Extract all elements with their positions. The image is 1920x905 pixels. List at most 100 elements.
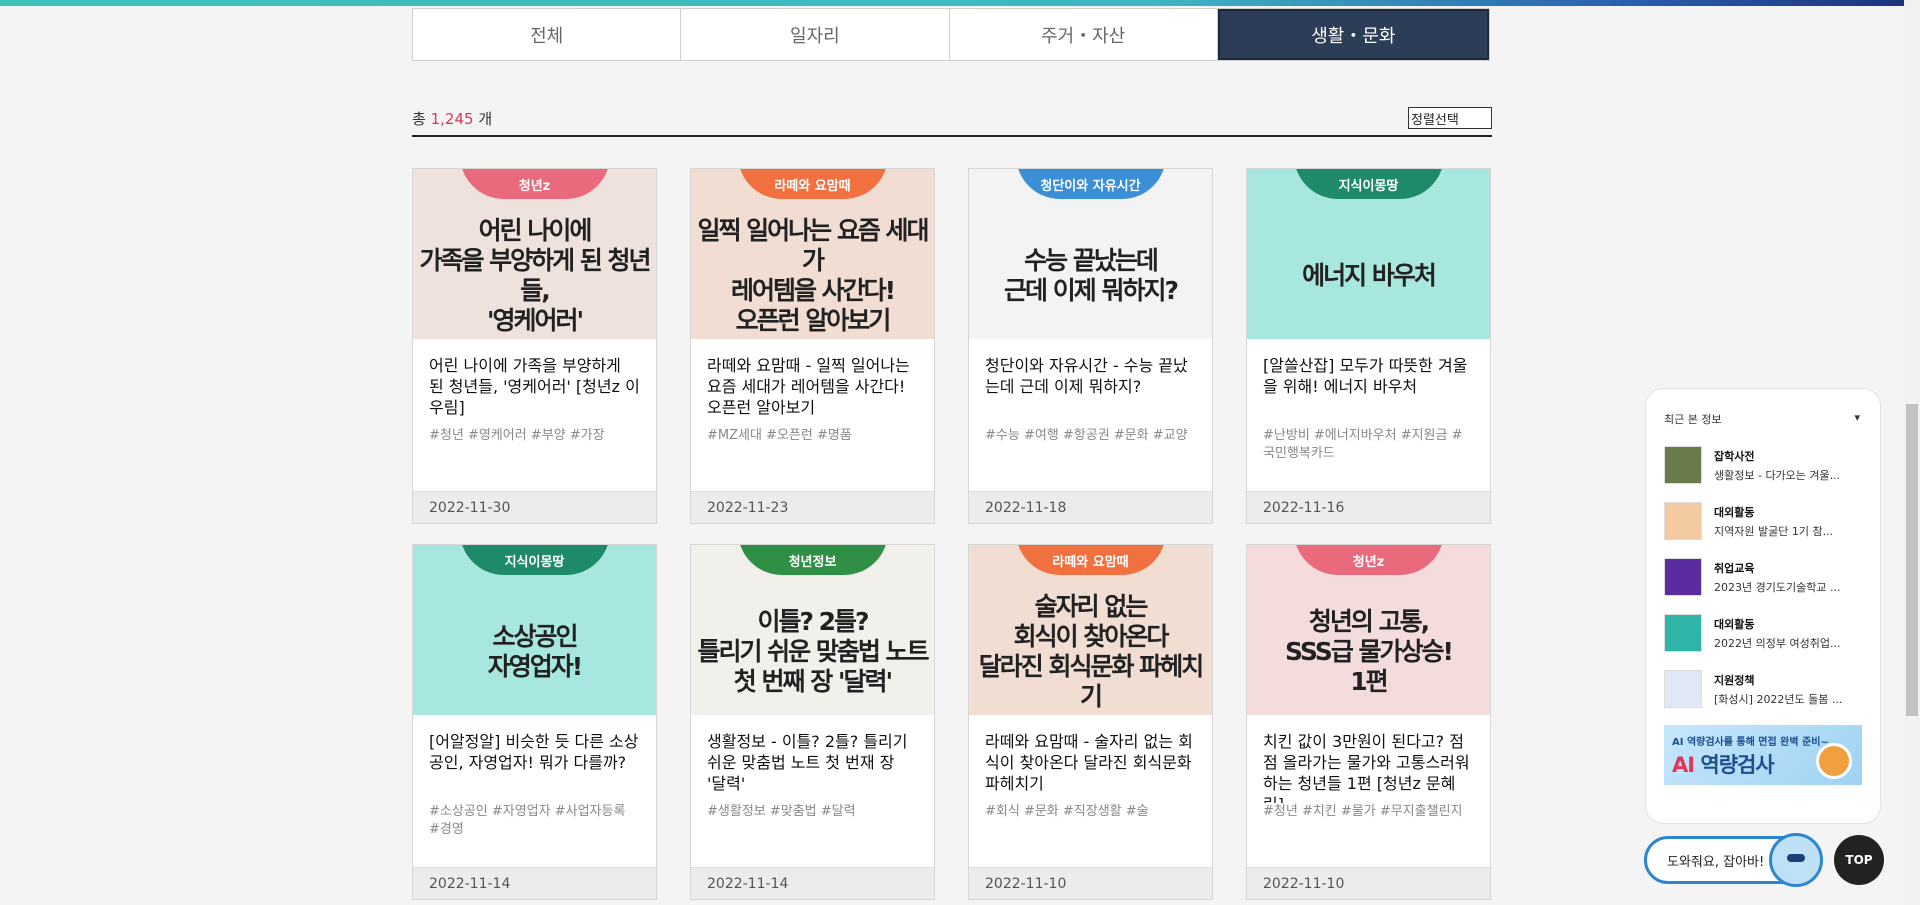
card-tags: #생활정보 #맞춤법 #달력 — [707, 804, 856, 819]
recent-item-desc: 2023년 경기도기술학교 ... — [1714, 580, 1841, 594]
card-tags: #소상공인 #자영업자 #사업자등록 #경영 — [429, 804, 626, 837]
recent-item-desc: 생활정보 - 다가오는 겨울... — [1714, 468, 1841, 482]
thumbnail-badge: 청년z — [459, 169, 610, 199]
recent-item-desc: 2022년 의정부 여성취업... — [1714, 636, 1841, 650]
result-bar: 총 1,245 개 정렬선택 — [412, 101, 1492, 137]
card-tags: #수능 #여행 #항공권 #문화 #교양 — [985, 428, 1188, 443]
card-tags: #청년 #영케어러 #부양 #가장 — [429, 428, 605, 443]
banner-title-ai: AI — [1672, 753, 1695, 777]
card-date: 2022-11-10 — [969, 867, 1212, 899]
recent-item[interactable]: 대외활동 지역자원 발굴단 1기 참... — [1664, 501, 1860, 541]
recent-item-category: 대외활동 — [1714, 617, 1755, 631]
card-title: [어알정알] 비슷한 듯 다른 소상공인, 자영업자! 뭐가 다를까? — [429, 732, 639, 772]
recent-item[interactable]: 대외활동 2022년 의정부 여성취업... — [1664, 613, 1860, 653]
count-prefix: 총 — [412, 109, 426, 128]
recent-item-category: 지원정책 — [1714, 673, 1755, 687]
tab-jobs[interactable]: 일자리 — [681, 9, 950, 60]
robot-icon — [1769, 833, 1823, 887]
chatbot-button[interactable]: 도와줘요, 잡아바! — [1644, 833, 1823, 887]
card-date: 2022-11-14 — [691, 867, 934, 899]
card-thumbnail: 청년정보 이틀? 2틀? 틀리기 쉬운 맞춤법 노트 첫 번째 장 '달력' — [691, 545, 934, 715]
card-tags: #청년 #치킨 #물가 #무지출챌린지 — [1263, 804, 1463, 819]
recent-item-desc: [화성시] 2022년도 돌봄 ... — [1714, 692, 1843, 706]
card-thumbnail: 청년z 어린 나이에 가족을 부양하게 된 청년들, '영케어러' — [413, 169, 656, 339]
content-card[interactable]: 지식이몽땅 소상공인 자영업자! [어알정알] 비슷한 듯 다른 소상공인, 자… — [412, 544, 657, 900]
card-title: [알쓸산잡] 모두가 따뜻한 겨울을 위해! 에너지 바우처 — [1263, 356, 1468, 396]
chip-icon — [1816, 743, 1852, 779]
thumbnail-badge: 청년정보 — [737, 545, 888, 575]
chatbot-label: 도와줘요, 잡아바! — [1667, 854, 1765, 870]
result-count: 총 1,245 개 — [412, 108, 492, 129]
caret-down-icon: ▾ — [1854, 411, 1860, 424]
recent-item[interactable]: 취업교육 2023년 경기도기술학교 ... — [1664, 557, 1860, 597]
card-thumbnail: 청단이와 자유시간 수능 끝났는데 근데 이제 뭐하지? — [969, 169, 1212, 339]
content-card[interactable]: 청년z 어린 나이에 가족을 부양하게 된 청년들, '영케어러' 어린 나이에… — [412, 168, 657, 524]
card-thumbnail: 지식이몽땅 소상공인 자영업자! — [413, 545, 656, 715]
tab-housing[interactable]: 주거・자산 — [949, 9, 1218, 60]
thumbnail-badge: 지식이몽땅 — [1293, 169, 1444, 199]
card-title: 청단이와 자유시간 - 수능 끝났는데 근데 이제 뭐하지? — [985, 356, 1188, 396]
thumbnail-badge: 라떼와 요맘때 — [737, 169, 888, 199]
thumbnail-headline: 이틀? 2틀? 틀리기 쉬운 맞춤법 노트 첫 번째 장 '달력' — [697, 607, 929, 696]
card-thumbnail: 지식이몽땅 에너지 바우처 — [1247, 169, 1490, 339]
thumbnail-badge: 지식이몽땅 — [459, 545, 610, 575]
thumbnail-badge: 라떼와 요맘때 — [1015, 545, 1166, 575]
card-date: 2022-11-18 — [969, 491, 1212, 523]
thumbnail-headline: 수능 끝났는데 근데 이제 뭐하지? — [1004, 246, 1179, 305]
count-suffix: 개 — [478, 109, 493, 128]
thumbnail-headline: 에너지 바우처 — [1302, 261, 1437, 290]
recent-viewed-header[interactable]: 최근 본 정보 ▾ — [1664, 411, 1860, 427]
thumbnail-headline: 술자리 없는 회식이 찾아온다 달라진 회식문화 파헤치기 — [978, 592, 1204, 711]
recent-item-thumbnail — [1664, 670, 1702, 708]
content-card[interactable]: 청단이와 자유시간 수능 끝났는데 근데 이제 뭐하지? 청단이와 자유시간 -… — [968, 168, 1213, 524]
recent-viewed-panel: 최근 본 정보 ▾ 잡학사전 생활정보 - 다가오는 겨울... 대외활동 지역… — [1645, 388, 1881, 824]
card-thumbnail: 라떼와 요맘때 일찍 일어나는 요즘 세대가 레어템을 사간다! 오픈런 알아보… — [691, 169, 934, 339]
card-title: 라떼와 요맘때 - 일찍 일어나는 요즘 세대가 레어템을 사간다! 오픈런 알… — [707, 356, 910, 417]
recent-item[interactable]: 잡학사전 생활정보 - 다가오는 겨울... — [1664, 445, 1860, 485]
content-card[interactable]: 청년정보 이틀? 2틀? 틀리기 쉬운 맞춤법 노트 첫 번째 장 '달력' 생… — [690, 544, 935, 900]
recent-item-thumbnail — [1664, 614, 1702, 652]
recent-item-thumbnail — [1664, 446, 1702, 484]
scrollbar-thumb[interactable] — [1906, 404, 1918, 716]
card-date: 2022-11-16 — [1247, 491, 1490, 523]
card-title: 어린 나이에 가족을 부양하게 된 청년들, '영케어러' [청년z 이우림] — [429, 356, 640, 417]
recent-item-thumbnail — [1664, 558, 1702, 596]
thumbnail-headline: 어린 나이에 가족을 부양하게 된 청년들, '영케어러' — [419, 216, 651, 335]
recent-item-thumbnail — [1664, 502, 1702, 540]
card-title: 생활정보 - 이틀? 2틀? 틀리기 쉬운 맞춤법 노트 첫 번재 장 '달력' — [707, 732, 908, 793]
tab-life-culture[interactable]: 생활・문화 — [1217, 9, 1489, 60]
card-thumbnail: 라떼와 요맘때 술자리 없는 회식이 찾아온다 달라진 회식문화 파헤치기 — [969, 545, 1212, 715]
card-date: 2022-11-14 — [413, 867, 656, 899]
card-tags: #MZ세대 #오픈런 #명품 — [707, 428, 852, 443]
card-title: 라떼와 요맘때 - 술자리 없는 회식이 찾아온다 달라진 회식문화 파헤치기 — [985, 732, 1193, 793]
recent-item-category: 취업교육 — [1714, 561, 1755, 575]
thumbnail-headline: 소상공인 자영업자! — [487, 622, 583, 681]
content-card[interactable]: 라떼와 요맘때 일찍 일어나는 요즘 세대가 레어템을 사간다! 오픈런 알아보… — [690, 168, 935, 524]
content-card[interactable]: 라떼와 요맘때 술자리 없는 회식이 찾아온다 달라진 회식문화 파헤치기 라떼… — [968, 544, 1213, 900]
card-date: 2022-11-30 — [413, 491, 656, 523]
content-card[interactable]: 지식이몽땅 에너지 바우처 [알쓸산잡] 모두가 따뜻한 겨울을 위해! 에너지… — [1246, 168, 1491, 524]
card-date: 2022-11-23 — [691, 491, 934, 523]
scroll-top-button[interactable]: TOP — [1834, 835, 1884, 885]
banner-subtitle: AI 역량검사를 통해 면접 완벽 준비~ — [1672, 737, 1829, 748]
recent-item-desc: 지역자원 발굴단 1기 참... — [1714, 524, 1834, 538]
recent-item-category: 대외활동 — [1714, 505, 1755, 519]
card-title: 치킨 값이 3만원이 된다고? 점점 올라가는 물가와 고통스러워하는 청년들 … — [1263, 732, 1470, 803]
banner-title: AI 역량검사 — [1672, 749, 1775, 779]
top-accent-bar — [0, 0, 1920, 6]
sort-select[interactable]: 정렬선택 — [1408, 107, 1492, 129]
recent-item[interactable]: 지원정책 [화성시] 2022년도 돌봄 ... — [1664, 669, 1860, 709]
tab-all[interactable]: 전체 — [413, 9, 682, 60]
ai-assessment-banner[interactable]: AI 역량검사를 통해 면접 완벽 준비~ AI 역량검사 — [1664, 725, 1862, 785]
card-tags: #난방비 #에너지바우처 #지원금 #국민행복카드 — [1263, 428, 1463, 461]
category-tabs: 전체 일자리 주거・자산 생활・문화 — [412, 8, 1490, 61]
thumbnail-headline: 청년의 고통, SSS급 물가상승! 1편 — [1285, 607, 1454, 696]
count-value: 1,245 — [430, 109, 474, 128]
recent-viewed-title: 최근 본 정보 — [1664, 413, 1722, 426]
card-thumbnail: 청년z 청년의 고통, SSS급 물가상승! 1편 — [1247, 545, 1490, 715]
content-card[interactable]: 청년z 청년의 고통, SSS급 물가상승! 1편 치킨 값이 3만원이 된다고… — [1246, 544, 1491, 900]
card-tags: #회식 #문화 #직장생활 #술 — [985, 804, 1149, 819]
thumbnail-badge: 청단이와 자유시간 — [1015, 169, 1166, 199]
thumbnail-badge: 청년z — [1293, 545, 1444, 575]
card-date: 2022-11-10 — [1247, 867, 1490, 899]
